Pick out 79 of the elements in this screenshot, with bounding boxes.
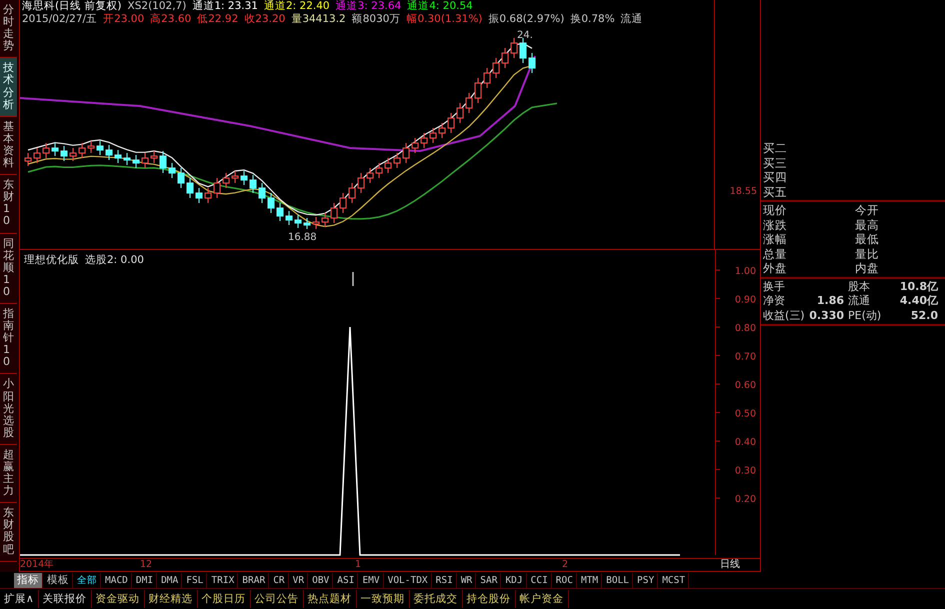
header-field: 流通: [620, 13, 643, 26]
quote-label: 现价: [763, 203, 788, 218]
y-axis-label: 0.90: [734, 294, 756, 306]
header-field: 通道1: 23.31: [192, 0, 258, 13]
y-axis-label: 0.80: [734, 323, 756, 334]
header-field: 高23.60: [150, 13, 192, 26]
quote-label: 外盘: [763, 261, 788, 276]
sidebar-tab[interactable]: 技术分析: [0, 58, 17, 117]
y-axis-label: 0.40: [734, 437, 756, 448]
header-field: 2015/02/27/五: [22, 13, 98, 26]
header-field: 开23.00: [103, 13, 144, 26]
stat-value: 4.40亿: [900, 294, 938, 307]
x-axis-label: 2014年: [20, 559, 54, 570]
y-axis-label: 0.30: [734, 466, 756, 477]
quote-label: 今开: [855, 203, 880, 218]
quote-label: 总量: [763, 246, 788, 261]
indicator-tab[interactable]: 全部: [74, 572, 101, 588]
quote-label: 最高: [855, 218, 880, 232]
x-axis-label: 1: [355, 559, 362, 570]
header-field: 低22.92: [197, 13, 238, 26]
header-field: 量34413.2: [291, 13, 346, 26]
indicator-tab[interactable]: VR: [290, 572, 308, 588]
indicator-tab[interactable]: 模板: [44, 572, 73, 588]
indicator-reading: 选股2: 0.00: [85, 253, 144, 268]
period-label[interactable]: 日线: [720, 557, 740, 572]
price-label: 24.: [517, 30, 533, 41]
order-book-label: 买五: [763, 184, 787, 198]
indicator-tab[interactable]: ASI: [334, 572, 358, 588]
stat-label: 净资: [763, 294, 786, 308]
sidebar-tab[interactable]: 分时走势: [0, 0, 17, 58]
quote-label: 涨幅: [763, 232, 788, 246]
quote-label: 量比: [855, 246, 880, 261]
header-field: 通道4: 20.54: [407, 0, 473, 13]
header-field: 通道3: 23.64: [336, 0, 402, 13]
indicator-tab[interactable]: WR: [458, 572, 476, 588]
stat-value: 1.86: [816, 294, 844, 307]
sidebar-tab[interactable]: 同花顺10: [0, 234, 17, 304]
sidebar-tab[interactable]: 超赢主力: [0, 444, 17, 504]
stat-label: 换手: [763, 280, 786, 294]
sidebar-tab[interactable]: 东财股吧: [0, 503, 17, 562]
indicator-tab[interactable]: MACD: [102, 572, 132, 588]
x-axis-label: 2: [562, 559, 568, 570]
quote-label: 内盘: [855, 261, 880, 276]
stat-label: 收益(三): [763, 308, 803, 323]
header-field: 额8030万: [352, 13, 400, 26]
header-field: 幅0.30(1.31%): [406, 13, 482, 26]
indicator-tab[interactable]: 指标: [14, 572, 43, 588]
header-field: XS2(102,7): [128, 0, 186, 13]
quote-label: 涨跌: [763, 218, 788, 232]
indicator-title: 理想优化版: [24, 253, 79, 268]
y-axis-label: 0.50: [734, 408, 756, 420]
y-axis-label: 0.20: [734, 494, 756, 506]
sidebar-tab[interactable]: 东财10: [0, 175, 17, 234]
stat-label: PE(动): [848, 308, 882, 323]
sidebar-tab[interactable]: 基本资料: [0, 116, 17, 176]
order-book-label: 买三: [763, 156, 787, 170]
order-book-label: 买四: [763, 170, 787, 184]
y-axis-label: 0.60: [734, 380, 756, 392]
quote-label: 最低: [855, 232, 880, 246]
signal-mark: [352, 272, 354, 286]
header-field: 换0.78%: [570, 13, 615, 26]
sidebar-tab[interactable]: 指南针10: [0, 304, 17, 374]
y-axis-label: 0.70: [734, 352, 756, 363]
stat-label: 股本: [848, 280, 871, 294]
stat-value: 0.330: [809, 308, 844, 322]
header-field: 振0.68(2.97%): [488, 13, 564, 26]
header-field: 收23.20: [244, 13, 286, 26]
x-axis-label: 12: [140, 559, 152, 570]
order-book-label: 买二: [763, 141, 787, 155]
price-label: 16.88: [288, 232, 317, 243]
axis-label: 18.55: [730, 186, 757, 197]
stat-value: 10.8亿: [900, 280, 938, 292]
sidebar-tab[interactable]: 小阳光选股: [0, 374, 17, 445]
y-axis-label: 1.00: [734, 266, 756, 278]
stat-label: 流通: [848, 294, 871, 308]
stat-value: 52.0: [910, 308, 938, 322]
header-field: 海思科(日线 前复权): [22, 0, 122, 13]
header-field: 通道2: 22.40: [264, 0, 330, 13]
indicator-tab[interactable]: VOL-TDX: [384, 572, 432, 588]
